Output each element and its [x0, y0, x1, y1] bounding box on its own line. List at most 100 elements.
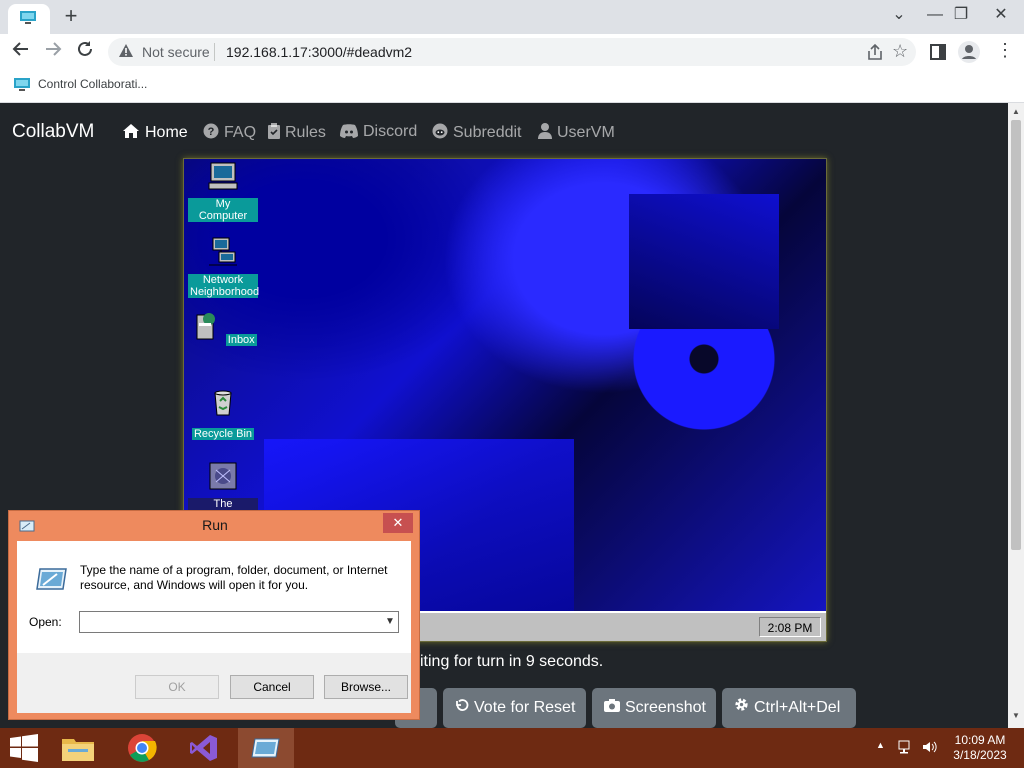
nav-rules-label: Rules — [285, 124, 326, 141]
restore-button[interactable]: ❐ — [944, 0, 978, 30]
clipboard-check-icon — [268, 123, 280, 139]
home-icon — [123, 124, 139, 138]
inbox-icon — [196, 313, 216, 340]
address-bar[interactable]: Not secure 192.168.1.17:3000/#deadvm2 ☆ — [108, 38, 916, 66]
desktop-icon-my-computer[interactable]: My Computer — [188, 161, 258, 224]
user-icon — [538, 123, 552, 139]
desktop-icon-inbox[interactable]: Inbox — [188, 311, 258, 348]
run-description: Type the name of a program, folder, docu… — [80, 563, 388, 592]
undo-icon — [456, 699, 469, 711]
scroll-up-icon[interactable]: ▲ — [1012, 107, 1020, 116]
arrow-right-icon — [46, 42, 62, 56]
open-dropdown-icon[interactable]: ▼ — [383, 613, 397, 631]
bookmarks-bar: Control Collaborati... — [0, 70, 1024, 103]
taskbar-date: 3/18/2023 — [953, 748, 1007, 762]
ok-button[interactable]: OK — [135, 675, 219, 699]
open-label: Open: — [29, 615, 62, 629]
recycle-bin-icon — [214, 390, 232, 416]
cancel-button[interactable]: Cancel — [230, 675, 314, 699]
chrome-icon — [128, 734, 157, 762]
nav-home-label: Home — [145, 124, 188, 141]
new-tab-button[interactable]: + — [60, 5, 82, 27]
share-icon[interactable] — [866, 43, 884, 61]
nav-home[interactable]: Home — [122, 123, 188, 142]
nav-subreddit-label: Subreddit — [453, 124, 522, 141]
question-circle-icon: ? — [203, 123, 219, 139]
browser-toolbar: Not secure 192.168.1.17:3000/#deadvm2 ☆ … — [0, 34, 1024, 70]
tray-expand-icon[interactable]: ▲ — [876, 740, 885, 750]
tab-strip: + ⌄ — ❐ ✕ — [0, 0, 1024, 34]
desktop-icon-label: My Computer — [188, 198, 258, 222]
camera-icon — [604, 699, 620, 712]
file-explorer-icon — [62, 739, 94, 761]
screenshot-label: Screenshot — [625, 699, 706, 716]
profile-avatar-icon[interactable] — [958, 41, 980, 63]
open-input[interactable] — [79, 611, 399, 633]
browse-button[interactable]: Browse... — [324, 675, 408, 699]
windows-taskbar: ▲ 10:09 AM 3/18/2023 — [0, 728, 1024, 768]
taskbar-time: 10:09 AM — [954, 733, 1006, 747]
nav-uservm[interactable]: UserVM — [538, 123, 615, 142]
url-text[interactable]: 192.168.1.17:3000/#deadvm2 — [226, 44, 412, 60]
desktop-icon-label: Recycle Bin — [191, 428, 255, 440]
desktop-icon-network-neighborhood[interactable]: Network Neighborhood — [188, 237, 260, 300]
run-close-button[interactable]: ✕ — [383, 513, 413, 533]
volume-icon[interactable] — [922, 740, 938, 754]
tab-search-button[interactable]: ⌄ — [882, 0, 916, 30]
not-secure-label[interactable]: Not secure — [142, 44, 210, 60]
taskbar-visual-studio[interactable] — [176, 728, 232, 768]
windows-logo-icon — [10, 734, 38, 762]
collabvm-favicon-icon — [14, 78, 30, 91]
browser-tab[interactable] — [8, 4, 50, 34]
nav-faq[interactable]: ? FAQ — [203, 123, 256, 142]
msn-icon — [209, 462, 237, 490]
bookmark-star-icon[interactable]: ☆ — [892, 41, 908, 62]
reload-button[interactable] — [72, 40, 98, 64]
taskbar-file-explorer[interactable] — [50, 728, 106, 768]
menu-kebab-icon[interactable]: ⋮ — [996, 40, 1014, 61]
forward-button[interactable] — [40, 40, 66, 64]
svg-text:?: ? — [208, 126, 215, 138]
network-icon[interactable] — [898, 740, 914, 754]
nav-faq-label: FAQ — [224, 124, 257, 141]
desktop-icon-recycle-bin[interactable]: Recycle Bin — [188, 387, 258, 442]
visual-studio-icon — [190, 735, 217, 761]
side-panel-icon[interactable] — [930, 44, 946, 60]
nav-rules[interactable]: Rules — [268, 123, 326, 142]
discord-icon — [340, 124, 358, 138]
warning-icon[interactable] — [118, 43, 134, 59]
vm-clock: 2:08 PM — [759, 617, 821, 637]
run-dialog-body: Type the name of a program, folder, docu… — [17, 541, 411, 653]
vote-reset-button[interactable]: Vote for Reset — [443, 688, 586, 728]
run-program-icon — [36, 568, 67, 590]
vote-reset-label: Vote for Reset — [474, 699, 576, 716]
nav-discord-label: Discord — [363, 123, 418, 140]
desktop-icon-label: Network Neighborhood — [188, 274, 260, 298]
screenshot-button[interactable]: Screenshot — [592, 688, 716, 728]
collabvm-favicon-icon — [20, 11, 36, 24]
scrollbar-thumb[interactable] — [1011, 120, 1021, 550]
gear-icon — [735, 698, 748, 711]
close-window-button[interactable]: ✕ — [984, 0, 1018, 30]
run-icon — [251, 738, 280, 758]
ctrl-alt-del-button[interactable]: Ctrl+Alt+Del — [722, 688, 856, 728]
site-brand[interactable]: CollabVM — [12, 121, 94, 143]
run-dialog-title: Run — [202, 517, 228, 533]
taskbar-clock[interactable]: 10:09 AM 3/18/2023 — [950, 733, 1010, 763]
bookmark-control-collaborative[interactable]: Control Collaborati... — [38, 77, 147, 91]
run-dialog-footer: OK Cancel Browse... — [17, 653, 411, 713]
network-neighborhood-icon — [209, 237, 237, 266]
my-computer-icon — [208, 162, 238, 190]
taskbar-chrome[interactable] — [114, 728, 170, 768]
start-button[interactable] — [0, 728, 48, 768]
wallpaper-panel — [629, 194, 779, 329]
nav-subreddit[interactable]: Subreddit — [432, 123, 522, 142]
back-button[interactable] — [8, 40, 34, 64]
nav-discord[interactable]: Discord — [340, 123, 417, 141]
scroll-down-icon[interactable]: ▼ — [1012, 711, 1020, 720]
taskbar-run[interactable] — [238, 728, 294, 768]
separator — [214, 43, 215, 61]
turn-status: iting for turn in 9 seconds. — [420, 653, 604, 670]
arrow-left-icon — [12, 42, 28, 56]
run-dialog: Run ✕ Type the name of a program, folder… — [8, 510, 420, 720]
